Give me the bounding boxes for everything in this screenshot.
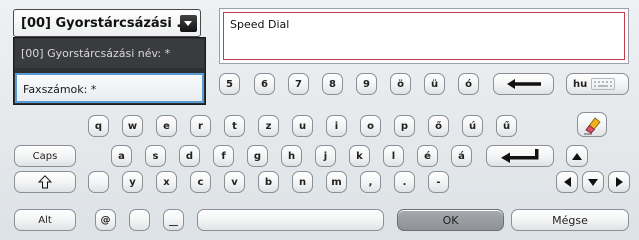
key-at[interactable]: @: [95, 209, 116, 231]
key-f[interactable]: f: [213, 145, 234, 167]
key-n[interactable]: n: [292, 171, 313, 193]
key-e-acute[interactable]: é: [417, 145, 438, 167]
key-8[interactable]: 8: [322, 73, 343, 95]
arrow-right-icon: [615, 177, 623, 187]
key-z[interactable]: z: [258, 115, 279, 137]
text-field-value[interactable]: Speed Dial: [223, 12, 625, 60]
key-u-double-acute[interactable]: ű: [496, 115, 517, 137]
key-u[interactable]: u: [292, 115, 313, 137]
dropdown-option-fax-numbers[interactable]: Faxszámok: *: [15, 73, 204, 103]
key-c[interactable]: c: [190, 171, 211, 193]
key-y[interactable]: y: [122, 171, 143, 193]
blank-key[interactable]: [88, 171, 109, 193]
key-m[interactable]: m: [326, 171, 347, 193]
key-o-acute[interactable]: ó: [458, 73, 479, 95]
enter-key[interactable]: [486, 145, 554, 167]
shift-key[interactable]: [14, 171, 76, 193]
arrow-left-key[interactable]: [556, 171, 578, 193]
key-o-umlaut[interactable]: ö: [390, 73, 411, 95]
layout-label: hu: [573, 78, 588, 90]
key-underscore[interactable]: [163, 209, 184, 231]
alt-key[interactable]: Alt: [14, 209, 76, 231]
ok-button[interactable]: OK: [397, 209, 504, 231]
keyboard-icon: [591, 78, 616, 90]
eraser-icon: [584, 116, 601, 134]
space-key[interactable]: [197, 209, 384, 231]
key-q[interactable]: q: [88, 115, 109, 137]
chevron-down-icon[interactable]: [180, 15, 197, 32]
key-p[interactable]: p: [394, 115, 415, 137]
key-g[interactable]: g: [247, 145, 268, 167]
dropdown-option-speed-dial-name[interactable]: [00] Gyorstárcsázási név: *: [15, 39, 204, 68]
key-b[interactable]: b: [258, 171, 279, 193]
underscore-glyph: [169, 224, 178, 226]
key-x[interactable]: x: [156, 171, 177, 193]
blank-key-2[interactable]: [129, 209, 150, 231]
arrow-down-key[interactable]: [582, 171, 604, 193]
key-e[interactable]: e: [156, 115, 177, 137]
key-s[interactable]: s: [145, 145, 166, 167]
key-j[interactable]: j: [315, 145, 336, 167]
key-u-acute[interactable]: ú: [462, 115, 483, 137]
clear-key[interactable]: [577, 112, 607, 137]
arrow-right-key[interactable]: [608, 171, 630, 193]
key-o-double-acute[interactable]: ő: [428, 115, 449, 137]
key-o[interactable]: o: [360, 115, 381, 137]
key-hyphen[interactable]: -: [428, 171, 449, 193]
key-7[interactable]: 7: [288, 73, 309, 95]
arrow-left-icon: [563, 177, 571, 187]
arrow-up-key[interactable]: [566, 145, 588, 167]
field-dropdown[interactable]: [00] Gyorstárcsázási ...: [13, 9, 201, 37]
key-comma[interactable]: ,: [360, 171, 381, 193]
layout-key[interactable]: hu: [566, 73, 629, 95]
backspace-key[interactable]: [493, 73, 554, 95]
shift-arrow-icon: [38, 175, 52, 189]
arrow-down-icon: [588, 178, 598, 186]
key-u-umlaut[interactable]: ü: [424, 73, 445, 95]
backspace-arrow-icon: [506, 79, 541, 89]
key-6[interactable]: 6: [254, 73, 275, 95]
dropdown-selected-label: [00] Gyorstárcsázási ...: [21, 16, 192, 31]
key-5[interactable]: 5: [219, 73, 240, 95]
key-a[interactable]: a: [111, 145, 132, 167]
key-v[interactable]: v: [224, 171, 245, 193]
key-a-acute[interactable]: á: [451, 145, 472, 167]
key-9[interactable]: 9: [356, 73, 377, 95]
dropdown-list: [00] Gyorstárcsázási név: * Faxszámok: *: [13, 37, 206, 105]
arrow-up-icon: [572, 152, 582, 160]
key-l[interactable]: l: [383, 145, 404, 167]
key-i[interactable]: i: [326, 115, 347, 137]
caps-key[interactable]: Caps: [14, 145, 76, 167]
key-k[interactable]: k: [349, 145, 370, 167]
key-period[interactable]: .: [394, 171, 415, 193]
key-t[interactable]: t: [224, 115, 245, 137]
enter-arrow-icon: [501, 149, 539, 163]
cancel-button[interactable]: Mégse: [511, 209, 629, 231]
text-field[interactable]: Speed Dial: [219, 8, 629, 64]
key-d[interactable]: d: [179, 145, 200, 167]
key-r[interactable]: r: [190, 115, 211, 137]
key-h[interactable]: h: [281, 145, 302, 167]
key-w[interactable]: w: [122, 115, 143, 137]
